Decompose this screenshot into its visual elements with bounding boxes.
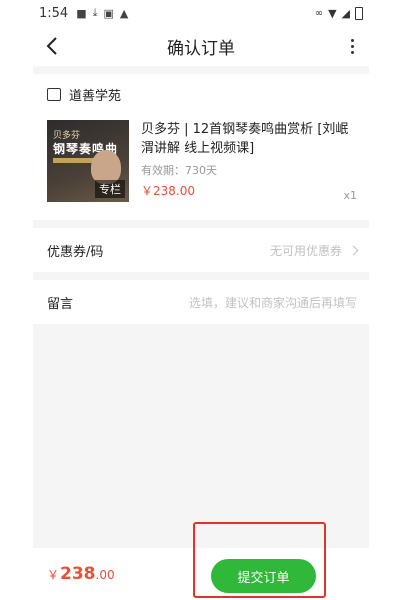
order-item-card: 道善学苑 贝多芬 钢琴奏鸣曲 专栏 贝多芬 | 12首钢琴奏鸣曲赏析 [刘岷渭讲… [33,74,369,220]
product-name: 贝多芬 | 12首钢琴奏鸣曲赏析 [刘岷渭讲解 线上视频课] [141,122,349,156]
message-label: 留言 [47,296,74,312]
notification-icon: ■ [76,6,87,20]
coupon-value: 无可用优惠券 [269,242,359,259]
product-info: 贝多芬 | 12首钢琴奏鸣曲赏析 [刘岷渭讲解 线上视频课] 有效期：730天 … [141,120,357,202]
product-row[interactable]: 贝多芬 钢琴奏鸣曲 专栏 贝多芬 | 12首钢琴奏鸣曲赏析 [刘岷渭讲解 线上视… [33,114,369,220]
shop-name: 道善学苑 [69,88,122,104]
battery-icon [355,6,363,20]
total-integer: 238 [60,564,96,584]
total-currency: ￥ [47,568,60,582]
coupon-value-text: 无可用优惠券 [269,243,342,258]
product-validity: 有效期：730天 [141,164,217,177]
more-dot-icon [350,38,354,42]
coupon-label: 优惠券/码 [47,244,104,260]
more-options-button[interactable] [335,26,369,66]
product-quantity: x1 [343,189,357,202]
wifi-icon: ▼ [328,6,337,20]
thumbnail-portrait [91,150,121,184]
message-row[interactable]: 留言 选填，建议和商家沟通后再填写 [33,280,369,324]
phone-screen: 1:54 ■ ⤓ ▣ ▲ ∞ ▼ ◢ 确认订单 道善学苑 贝多芬 钢琴奏鸣曲 专… [33,0,369,600]
message-input[interactable]: 选填，建议和商家沟通后再填写 [189,294,357,311]
back-button[interactable] [33,26,71,66]
coupon-row[interactable]: 优惠券/码 无可用优惠券 [33,228,369,272]
chevron-right-icon [348,245,359,255]
product-price: ￥238.00 [141,184,195,198]
thumbnail-tag: 专栏 [95,180,125,198]
total-decimal: .00 [95,568,115,582]
notification-icon-2: ▣ [103,6,114,20]
app-bar: 确认订单 [33,26,369,66]
more-dot-icon [350,44,354,48]
total-price: ￥238.00 [47,564,115,584]
shop-icon [47,87,61,101]
notification-icon-3: ▲ [119,6,129,20]
back-arrow-icon [46,37,57,55]
signal-icon: ◢ [341,6,350,20]
status-icons: ∞ ▼ ◢ [314,6,363,20]
page-title: 确认订单 [167,38,235,59]
shop-header[interactable]: 道善学苑 [33,74,369,114]
product-thumbnail: 贝多芬 钢琴奏鸣曲 专栏 [47,120,129,202]
highlight-box [193,522,326,598]
link-icon: ∞ [314,7,324,19]
more-dot-icon [350,50,354,54]
status-time: 1:54 [39,5,69,21]
status-bar: 1:54 ■ ⤓ ▣ ▲ ∞ ▼ ◢ [33,0,369,26]
download-icon: ⤓ [92,6,98,19]
